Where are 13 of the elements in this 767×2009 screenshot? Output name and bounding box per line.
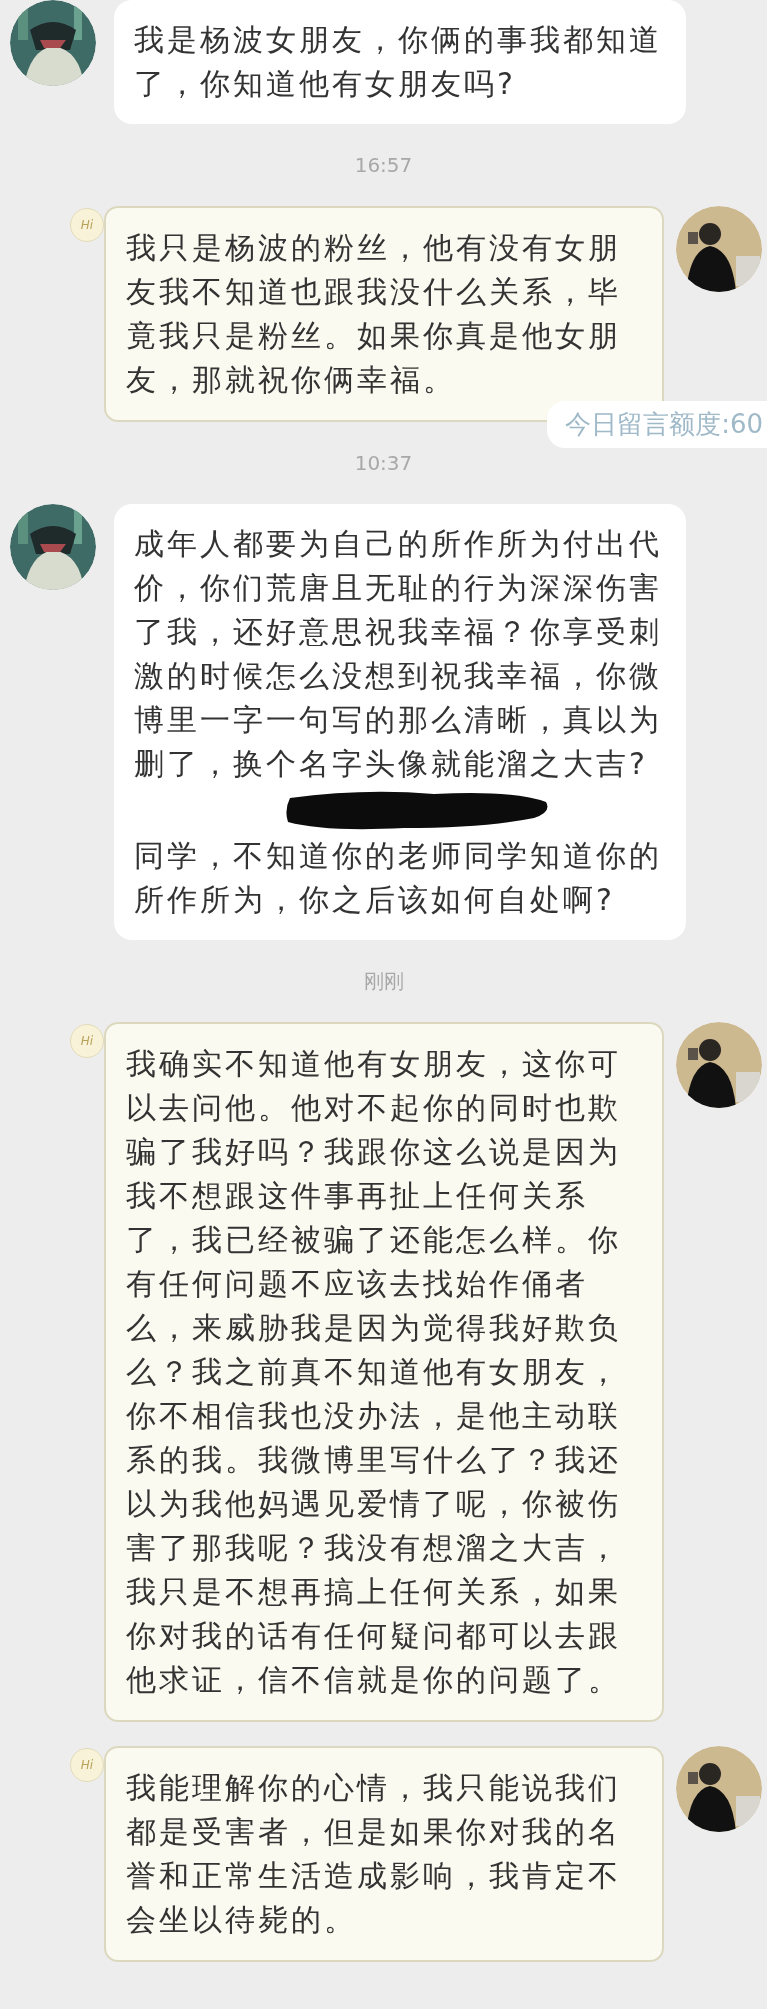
hi-badge: Hi xyxy=(70,1748,104,1782)
message-text: 我确实不知道他有女朋友，这你可以去问他。他对不起你的同时也欺骗了我好吗？我跟你这么说是因为我不想跟这件事再扯上任何关系了，我已经被骗了还能怎么样。你有任何问题不应该去找始作俑者么，来威胁我是因为觉得我好欺负么？我之前真不知道他有女朋友，你不相信我也没办法，是他主动联系的我。我微博里写什么了？我还以为我他妈遇见爱情了呢，你被伤害了那我呢？我没有想溜之大吉，我只是不想再搞上任何关系，如果你对我的话有任何疑问都可以去跟他求证，信不信就是你的问题了。 xyxy=(126,1045,622,1699)
message-text: 我只是杨波的粉丝，他有没有女朋友我不知道也跟我没什么关系，毕竟我只是粉丝。如果你真是他女朋友，那就祝你俩幸福。 xyxy=(126,229,622,399)
message-text: 我是杨波女朋友，你俩的事我都知道了，你知道他有女朋友吗? xyxy=(134,21,663,103)
timestamp: 10:37 xyxy=(354,450,413,477)
timestamp: 16:57 xyxy=(354,152,413,179)
message-text: 我能理解你的心情，我只能说我们都是受害者，但是如果你对我的名誉和正常生活造成影响，我肯定不会坐以待毙的。 xyxy=(126,1769,622,1939)
hi-badge: Hi xyxy=(70,1024,104,1058)
message-text: 成年人都要为自己的所作所为付出代价，你们荒唐且无耻的行为深深伤害了我，还好意思祝我幸福？你享受刺激的时候怎么没想到祝我幸福，你微博里一字一句写的那么清晰，真以为删了，换个名字头像就能溜之大吉? xyxy=(134,525,663,783)
message-text: 同学，不知道你的老师同学知道你的所作所为，你之后该如何自处啊? xyxy=(134,837,663,919)
hi-badge: Hi xyxy=(70,208,104,242)
timestamp: 刚刚 xyxy=(363,968,404,995)
quota-label: 今日留言额度:60 xyxy=(547,401,767,448)
